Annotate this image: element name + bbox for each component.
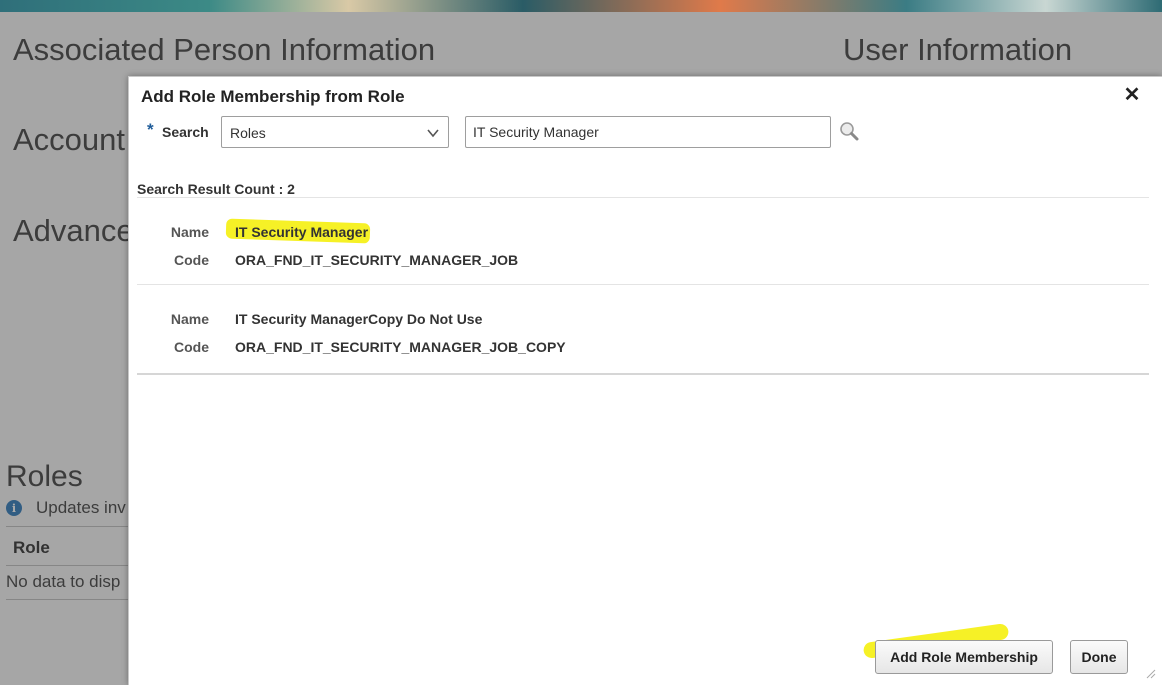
magnifier-icon[interactable] bbox=[839, 121, 861, 143]
result-item[interactable]: Name IT Security ManagerCopy Do Not Use … bbox=[137, 285, 1149, 375]
add-role-membership-label: Add Role Membership bbox=[890, 649, 1038, 665]
done-button[interactable]: Done bbox=[1070, 640, 1128, 674]
page-banner bbox=[0, 0, 1162, 12]
result-item[interactable]: Name IT Security Manager Code ORA_FND_IT… bbox=[137, 198, 1149, 285]
role-name: IT Security ManagerCopy Do Not Use bbox=[235, 311, 483, 327]
done-label: Done bbox=[1081, 649, 1117, 665]
name-label: Name bbox=[170, 224, 209, 240]
search-type-value: Roles bbox=[230, 125, 266, 141]
code-label: Code bbox=[174, 339, 209, 355]
add-role-membership-button[interactable]: Add Role Membership bbox=[875, 640, 1053, 674]
search-results-list: Name IT Security Manager Code ORA_FND_IT… bbox=[137, 197, 1149, 375]
name-label: Name bbox=[170, 311, 209, 327]
search-input[interactable] bbox=[465, 116, 831, 148]
chevron-down-icon bbox=[427, 129, 439, 138]
role-name: IT Security Manager bbox=[235, 224, 369, 240]
search-result-count: Search Result Count : 2 bbox=[137, 181, 295, 197]
required-marker: * bbox=[147, 120, 154, 139]
add-role-membership-dialog: Add Role Membership from Role ✕ * Search… bbox=[128, 76, 1162, 685]
search-type-select[interactable]: Roles bbox=[221, 116, 449, 148]
dialog-title: Add Role Membership from Role bbox=[141, 87, 405, 106]
role-code: ORA_FND_IT_SECURITY_MANAGER_JOB_COPY bbox=[235, 339, 566, 355]
code-label: Code bbox=[174, 252, 209, 268]
search-label: Search bbox=[162, 124, 209, 140]
resize-grip-icon[interactable] bbox=[1144, 667, 1156, 679]
role-code: ORA_FND_IT_SECURITY_MANAGER_JOB bbox=[235, 252, 519, 268]
close-icon[interactable]: ✕ bbox=[1122, 85, 1142, 105]
